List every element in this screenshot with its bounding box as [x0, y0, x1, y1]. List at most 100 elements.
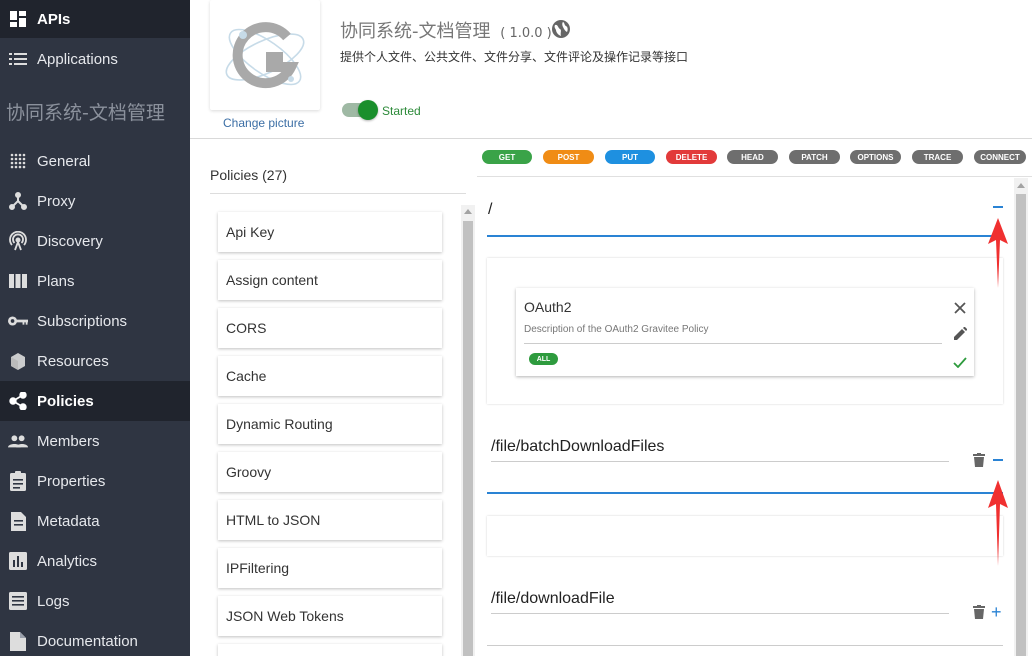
sidebar-api-title: 协同系统-文档管理 [6, 102, 165, 124]
dashboard-icon [8, 9, 28, 29]
edit-icon[interactable] [953, 326, 968, 346]
sidebar-item-discovery[interactable]: Discovery [0, 221, 190, 261]
sidebar-item-label: Subscriptions [37, 312, 128, 330]
policy-card[interactable]: Groovy [218, 452, 442, 492]
flow-policies-dropzone[interactable] [487, 516, 1003, 556]
collapse-flow-button[interactable] [993, 206, 1003, 208]
nav-applications[interactable]: Applications [0, 39, 190, 79]
method-connect-badge[interactable]: CONNECT [974, 150, 1026, 164]
flow-divider [487, 645, 1003, 646]
globe-icon[interactable] [551, 19, 571, 44]
sidebar-item-analytics[interactable]: Analytics [0, 541, 190, 581]
api-logo[interactable] [210, 0, 320, 110]
gravitee-logo-icon [225, 22, 305, 89]
policies-scrollbar[interactable] [461, 205, 475, 656]
sidebar-item-label: Plans [37, 272, 75, 290]
sidebar-item-label: Documentation [37, 632, 138, 650]
policy-divider [524, 343, 942, 344]
key-icon [8, 311, 28, 331]
sidebar-item-properties[interactable]: Properties [0, 461, 190, 501]
flow-path-underline [491, 613, 949, 614]
method-head-badge[interactable]: HEAD [727, 150, 778, 164]
sidebar-item-label: Analytics [37, 552, 98, 570]
sidebar-item-label: Metadata [37, 512, 100, 530]
policy-card[interactable]: Dynamic Routing [218, 404, 442, 444]
list-box-icon [8, 591, 28, 611]
sidebar-item-proxy[interactable]: Proxy [0, 181, 190, 221]
annotation-arrow-icon [988, 480, 1008, 571]
sidebar-item-policies[interactable]: Policies [0, 381, 190, 421]
page-title: 协同系统-文档管理 ( 1.0.0 ) [340, 17, 552, 43]
collapse-flow-button[interactable] [993, 459, 1003, 461]
trash-icon[interactable] [973, 453, 985, 472]
document-icon [8, 511, 28, 531]
policy-oauth2-card[interactable]: OAuth2 Description of the OAuth2 Gravite… [516, 288, 974, 376]
list-icon [8, 49, 28, 69]
flow-path-root[interactable]: / [488, 201, 492, 219]
policy-card[interactable]: Api Key [218, 212, 442, 252]
policy-description: Description of the OAuth2 Gravitee Polic… [524, 324, 709, 335]
policy-card[interactable]: HTML to JSON [218, 500, 442, 540]
share-icon [8, 391, 28, 411]
nav-applications-label: Applications [37, 50, 118, 68]
method-trace-badge[interactable]: TRACE [912, 150, 963, 164]
sidebar-item-logs[interactable]: Logs [0, 581, 190, 621]
nav-apis-label: APIs [37, 10, 71, 28]
expand-flow-button[interactable]: + [991, 603, 1002, 621]
policy-card[interactable]: Cache [218, 356, 442, 396]
sidebar-item-label: Properties [37, 472, 106, 490]
policy-card[interactable]: JSON Web Tokens [218, 596, 442, 636]
sidebar: APIs Applications 协同系统-文档管理 General Prox… [0, 0, 190, 656]
clipboard-icon [8, 471, 28, 491]
policy-title: OAuth2 [524, 299, 572, 315]
status-label: Started [382, 104, 421, 118]
header-divider [190, 138, 1032, 139]
bar-chart-icon [8, 551, 28, 571]
sidebar-item-label: Members [37, 432, 100, 450]
cube-icon [8, 351, 28, 371]
sidebar-item-documentation[interactable]: Documentation [0, 621, 190, 656]
fork-icon [8, 191, 28, 211]
sidebar-item-general[interactable]: General [0, 141, 190, 181]
grid-dots-icon [8, 151, 28, 171]
method-put-badge[interactable]: PUT [605, 150, 655, 164]
flow-underline [487, 492, 1003, 494]
method-get-badge[interactable]: GET [482, 150, 532, 164]
sidebar-item-subscriptions[interactable]: Subscriptions [0, 301, 190, 341]
flows-scrollbar[interactable] [1014, 178, 1028, 656]
check-icon[interactable] [953, 355, 967, 373]
sidebar-item-label: Logs [37, 592, 70, 610]
started-toggle[interactable] [342, 100, 378, 120]
sidebar-item-members[interactable]: Members [0, 421, 190, 461]
api-version: ( 1.0.0 ) [500, 26, 552, 41]
flows-divider [477, 176, 1032, 177]
method-options-badge[interactable]: OPTIONS [850, 150, 901, 164]
sidebar-item-metadata[interactable]: Metadata [0, 501, 190, 541]
method-delete-badge[interactable]: DELETE [666, 150, 717, 164]
close-icon[interactable] [954, 301, 966, 319]
policy-card[interactable]: IPFiltering [218, 548, 442, 588]
method-post-badge[interactable]: POST [543, 150, 594, 164]
policy-card[interactable]: Assign content [218, 260, 442, 300]
sidebar-item-resources[interactable]: Resources [0, 341, 190, 381]
policies-divider [210, 193, 466, 194]
annotation-arrow-icon [988, 218, 1008, 293]
sidebar-item-plans[interactable]: Plans [0, 261, 190, 301]
flow-path-download-file[interactable]: /file/downloadFile [491, 590, 615, 608]
change-picture-link[interactable]: Change picture [223, 116, 304, 130]
api-description: 提供个人文件、公共文件、文件分享、文件评论及操作记录等接口 [340, 50, 689, 64]
method-patch-badge[interactable]: PATCH [789, 150, 840, 164]
flow-path-batch-download[interactable]: /file/batchDownloadFiles [491, 438, 664, 456]
sidebar-item-label: Resources [37, 352, 109, 370]
sidebar-item-label: Proxy [37, 192, 76, 210]
policy-card[interactable] [218, 644, 442, 656]
sidebar-item-label: Policies [37, 392, 94, 410]
nav-apis[interactable]: APIs [0, 0, 190, 38]
columns-icon [8, 271, 28, 291]
book-icon [8, 631, 28, 651]
policy-card[interactable]: CORS [218, 308, 442, 348]
flow-path-underline [491, 461, 949, 462]
trash-icon[interactable] [973, 605, 985, 624]
people-icon [8, 431, 28, 451]
sidebar-item-label: Discovery [37, 232, 103, 250]
